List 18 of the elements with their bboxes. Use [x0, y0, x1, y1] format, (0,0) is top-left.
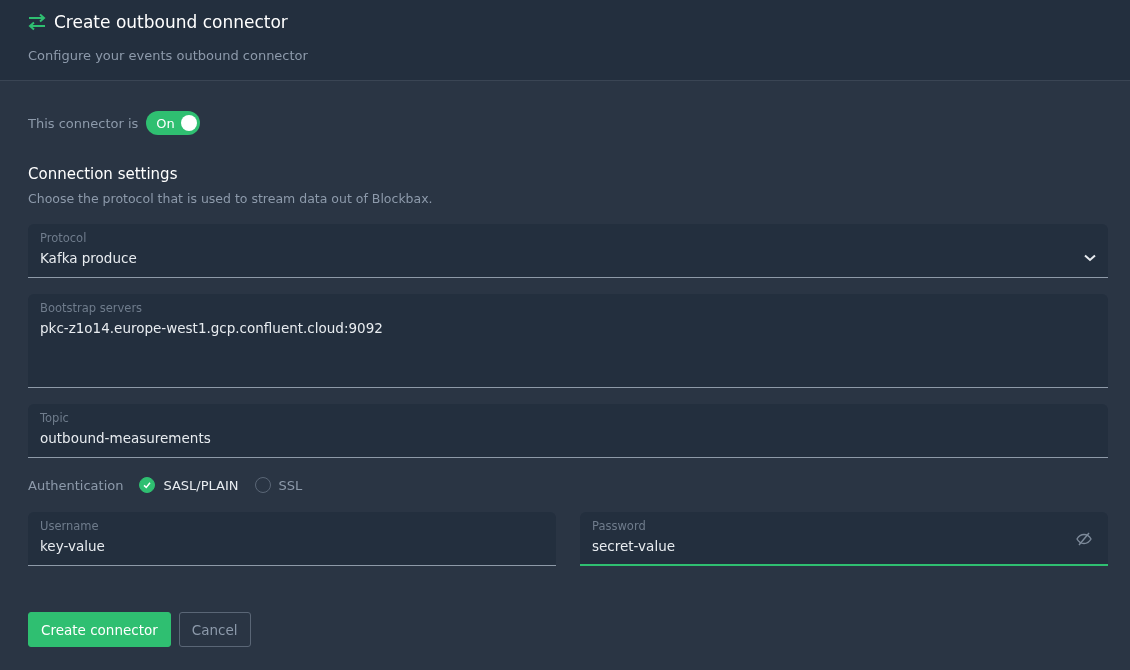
arrows-icon: [28, 13, 46, 31]
topic-field[interactable]: Topic outbound-measurements: [28, 404, 1108, 458]
chevron-down-icon: [1084, 254, 1096, 262]
page-subtitle: Configure your events outbound connector: [28, 48, 309, 63]
username-field[interactable]: Username key-value: [28, 512, 556, 566]
radio-checked-icon[interactable]: [139, 477, 156, 493]
password-field[interactable]: Password secret-value: [580, 512, 1108, 566]
bootstrap-servers-field[interactable]: Bootstrap servers pkc-z1o14.europe-west1.gcp.confluent.cloud:9092: [28, 294, 1108, 388]
cancel-button[interactable]: Cancel: [178, 612, 251, 647]
eye-slash-icon[interactable]: [1076, 532, 1092, 546]
section-description: Choose the protocol that is used to stream data out of Blockbax.: [28, 191, 434, 206]
status-label: This connector is: [28, 115, 139, 131]
protocol-select[interactable]: Protocol Kafka produce: [28, 224, 1108, 278]
section-title: Connection settings: [28, 165, 179, 183]
page-title: Create outbound connector: [54, 12, 288, 32]
radio-label[interactable]: SASL/PLAIN: [163, 477, 239, 493]
radio-label[interactable]: SSL: [278, 477, 303, 493]
authentication-label: Authentication: [28, 477, 124, 493]
